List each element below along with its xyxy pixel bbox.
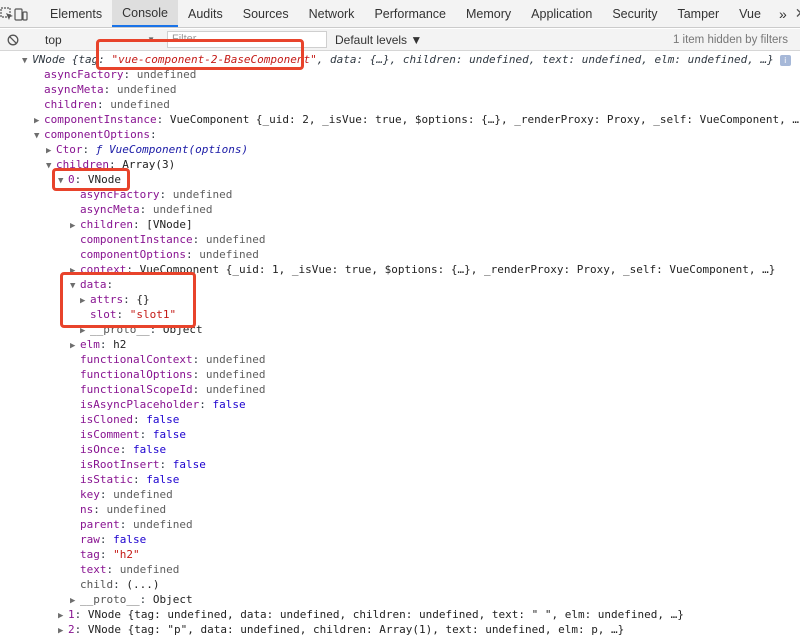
console-line[interactable]: functionalContext: undefined: [80, 352, 265, 367]
console-line[interactable]: ▶ 1: VNode {tag: undefined, data: undefin…: [58, 607, 684, 622]
console-line[interactable]: ns: undefined: [80, 502, 166, 517]
collapsed-triangle-icon: ▶: [70, 341, 76, 351]
console-line[interactable]: functionalOptions: undefined: [80, 367, 265, 382]
collapsed-triangle-icon: ▶: [58, 626, 64, 636]
clear-console-icon[interactable]: [0, 34, 26, 46]
console-line[interactable]: key: undefined: [80, 487, 173, 502]
log-levels-dropdown[interactable]: Default levels ▼: [335, 33, 422, 47]
console-line[interactable]: ▶ __proto__: Object: [70, 592, 193, 607]
console-line[interactable]: ▶ children: [VNode]: [70, 217, 193, 232]
tab-vue[interactable]: Vue: [729, 0, 771, 27]
more-tabs-button[interactable]: »: [771, 0, 795, 27]
console-line[interactable]: isStatic: false: [80, 472, 179, 487]
tab-tamper[interactable]: Tamper: [667, 0, 729, 27]
console-line[interactable]: functionalScopeId: undefined: [80, 382, 265, 397]
console-line[interactable]: ▶ 2: VNode {tag: "p", data: undefined, ch…: [58, 622, 624, 637]
console-line[interactable]: child: (...): [80, 577, 160, 592]
info-icon[interactable]: i: [779, 54, 791, 66]
console-line[interactable]: isComment: false: [80, 427, 186, 442]
console-line[interactable]: tag: "h2": [80, 547, 140, 562]
expanded-triangle-icon: ▼: [34, 131, 40, 141]
console-line[interactable]: componentOptions: undefined: [80, 247, 259, 262]
console-line[interactable]: ▶ Ctor: ƒ VueComponent(options): [46, 142, 248, 157]
console-line[interactable]: asyncMeta: undefined: [44, 82, 176, 97]
console-line[interactable]: ▼ componentOptions:: [34, 127, 157, 142]
console-line[interactable]: isAsyncPlaceholder: false: [80, 397, 246, 412]
console-line[interactable]: componentInstance: undefined: [80, 232, 265, 247]
console-line[interactable]: isOnce: false: [80, 442, 166, 457]
tab-sources[interactable]: Sources: [233, 0, 299, 27]
console-output: ▼ VNode {tag: "vue-component-2-BaseCompon…: [0, 39, 800, 639]
hidden-items-count: 1 item hidden by filters: [672, 33, 788, 46]
tab-security[interactable]: Security: [602, 0, 667, 27]
console-line[interactable]: isCloned: false: [80, 412, 179, 427]
console-line[interactable]: isRootInsert: false: [80, 457, 206, 472]
annotation-box-tag: [96, 39, 304, 70]
console-line[interactable]: text: undefined: [80, 562, 179, 577]
close-devtools-icon[interactable]: ✕: [795, 0, 800, 27]
expanded-triangle-icon[interactable]: ▼: [22, 54, 32, 69]
tab-elements[interactable]: Elements: [40, 0, 112, 27]
console-line[interactable]: raw: false: [80, 532, 146, 547]
annotation-box-vnode: [52, 168, 130, 191]
console-line[interactable]: children: undefined: [44, 97, 170, 112]
tab-network[interactable]: Network: [299, 0, 365, 27]
tab-application[interactable]: Application: [521, 0, 602, 27]
tab-audits[interactable]: Audits: [178, 0, 233, 27]
console-line[interactable]: parent: undefined: [80, 517, 193, 532]
console-line[interactable]: ▶ componentInstance: VueComponent {_uid: …: [34, 112, 800, 127]
tab-console[interactable]: Console: [112, 0, 178, 27]
device-toolbar-icon[interactable]: [14, 0, 28, 27]
console-line[interactable]: asyncMeta: undefined: [80, 202, 212, 217]
context-label: top: [45, 32, 62, 47]
collapsed-triangle-icon: ▶: [70, 221, 76, 231]
console-line[interactable]: ▶ elm: h2: [70, 337, 126, 352]
tab-performance[interactable]: Performance: [364, 0, 456, 27]
tab-memory[interactable]: Memory: [456, 0, 521, 27]
devtools-tabbar: Elements Console Audits Sources Network …: [0, 0, 800, 28]
inspect-element-icon[interactable]: [0, 0, 14, 27]
annotation-box-data: [60, 272, 196, 328]
